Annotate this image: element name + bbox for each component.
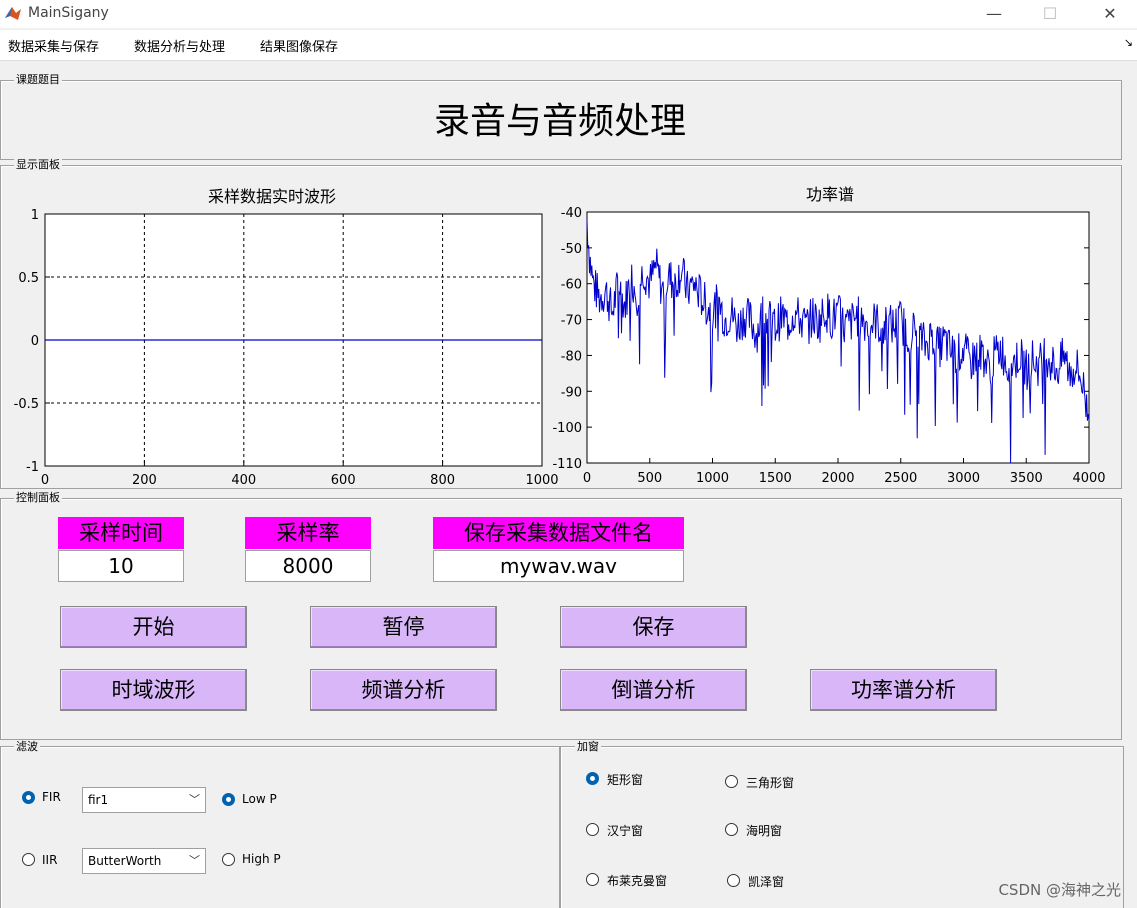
save-button[interactable]: 保存 xyxy=(560,606,747,648)
low-pass-radio[interactable] xyxy=(222,793,235,806)
power-x-tick-label: 1000 xyxy=(696,471,729,486)
triangle-window-label: 三角形窗 xyxy=(746,776,795,790)
power-plot-area xyxy=(586,211,1090,464)
high-pass-label: High P xyxy=(242,852,281,866)
power-x-tick-label: 1500 xyxy=(759,471,792,486)
waveform-y-tick-label: -0.5 xyxy=(14,397,39,412)
waveform-x-tick-label: 200 xyxy=(132,473,157,488)
hamming-window-radio[interactable] xyxy=(725,823,738,836)
watermark: CSDN @海神之光 xyxy=(998,881,1121,899)
filter-panel-label: 滤波 xyxy=(14,740,40,753)
cepstrum-analysis-button[interactable]: 倒谱分析 xyxy=(560,669,747,711)
filename-input[interactable]: mywav.wav xyxy=(433,550,684,582)
power-y-tick-label: -50 xyxy=(561,242,582,257)
power-y-tick-label: -60 xyxy=(561,278,582,293)
power-x-tick-label: 4000 xyxy=(1072,471,1105,486)
power-spectrum-analysis-button[interactable]: 功率谱分析 xyxy=(810,669,997,711)
iir-label: IIR xyxy=(42,853,58,867)
hanning-window-radio[interactable] xyxy=(586,823,599,836)
waveform-y-tick-label: -1 xyxy=(26,460,39,475)
sample-time-input[interactable]: 10 xyxy=(58,550,184,582)
waveform-y-tick-label: 1 xyxy=(31,208,39,223)
fir-type-select[interactable]: fir1 ﹀ xyxy=(82,787,206,813)
power-y-tick-label: -40 xyxy=(561,206,582,221)
window-panel-label: 加窗 xyxy=(575,740,601,753)
fir-type-value: fir1 xyxy=(88,793,109,807)
hanning-window-label: 汉宁窗 xyxy=(607,824,644,838)
spectrum-analysis-button[interactable]: 频谱分析 xyxy=(310,669,497,711)
blackman-window-label: 布莱克曼窗 xyxy=(607,874,668,888)
chevron-down-icon: ﹀ xyxy=(189,793,200,806)
waveform-x-tick-label: 600 xyxy=(331,473,356,488)
iir-type-select[interactable]: ButterWorth ﹀ xyxy=(82,848,206,874)
fir-label: FIR xyxy=(42,790,61,804)
kaiser-window-radio[interactable] xyxy=(727,874,740,887)
triangle-window-radio[interactable] xyxy=(725,775,738,788)
power-y-tick-label: -90 xyxy=(561,385,582,400)
waveform-x-tick-label: 800 xyxy=(430,473,455,488)
iir-type-value: ButterWorth xyxy=(88,854,162,868)
rect-window-label: 矩形窗 xyxy=(607,773,644,787)
power-x-tick-label: 3500 xyxy=(1010,471,1043,486)
power-x-tick-label: 2000 xyxy=(821,471,854,486)
power-x-tick-label: 500 xyxy=(637,471,662,486)
sample-rate-input[interactable]: 8000 xyxy=(245,550,371,582)
waveform-x-tick-label: 400 xyxy=(231,473,256,488)
low-pass-label: Low P xyxy=(242,792,277,806)
sample-time-label: 采样时间 xyxy=(58,517,184,549)
power-y-tick-label: -80 xyxy=(561,349,582,364)
filename-label: 保存采集数据文件名 xyxy=(433,517,684,549)
waveform-y-tick-label: 0.5 xyxy=(18,271,39,286)
control-panel-label: 控制面板 xyxy=(14,491,62,504)
pause-button[interactable]: 暂停 xyxy=(310,606,497,648)
power-x-tick-label: 3000 xyxy=(947,471,980,486)
plots-canvas: 0 200 400 600 800 1000 1 0.5 0 -0.5 -1 0 500 1000 150… xyxy=(14,206,1106,488)
time-waveform-button[interactable]: 时域波形 xyxy=(60,669,247,711)
chevron-down-icon: ﹀ xyxy=(189,854,200,867)
fir-radio[interactable] xyxy=(22,791,35,804)
power-y-tick-label: -100 xyxy=(552,421,582,436)
blackman-window-radio[interactable] xyxy=(586,873,599,886)
power-axes: 0 500 1000 1500 2000 2500 3000 3500 4000 -40 -50 -6… xyxy=(552,206,1105,486)
power-y-tick-label: -110 xyxy=(552,457,582,472)
iir-radio[interactable] xyxy=(22,853,35,866)
kaiser-window-label: 凯泽窗 xyxy=(748,875,785,889)
power-x-tick-label: 0 xyxy=(583,471,591,486)
hamming-window-label: 海明窗 xyxy=(746,824,783,838)
start-button[interactable]: 开始 xyxy=(60,606,247,648)
rect-window-radio[interactable] xyxy=(586,772,599,785)
waveform-y-tick-label: 0 xyxy=(31,334,39,349)
high-pass-radio[interactable] xyxy=(222,853,235,866)
power-y-tick-label: -70 xyxy=(561,314,582,329)
filter-panel xyxy=(0,746,560,908)
waveform-x-tick-label: 0 xyxy=(41,473,49,488)
power-x-tick-label: 2500 xyxy=(884,471,917,486)
sample-rate-label: 采样率 xyxy=(245,517,371,549)
waveform-axes: 0 200 400 600 800 1000 1 0.5 0 -0.5 -1 xyxy=(14,208,559,488)
waveform-x-tick-label: 1000 xyxy=(525,473,558,488)
